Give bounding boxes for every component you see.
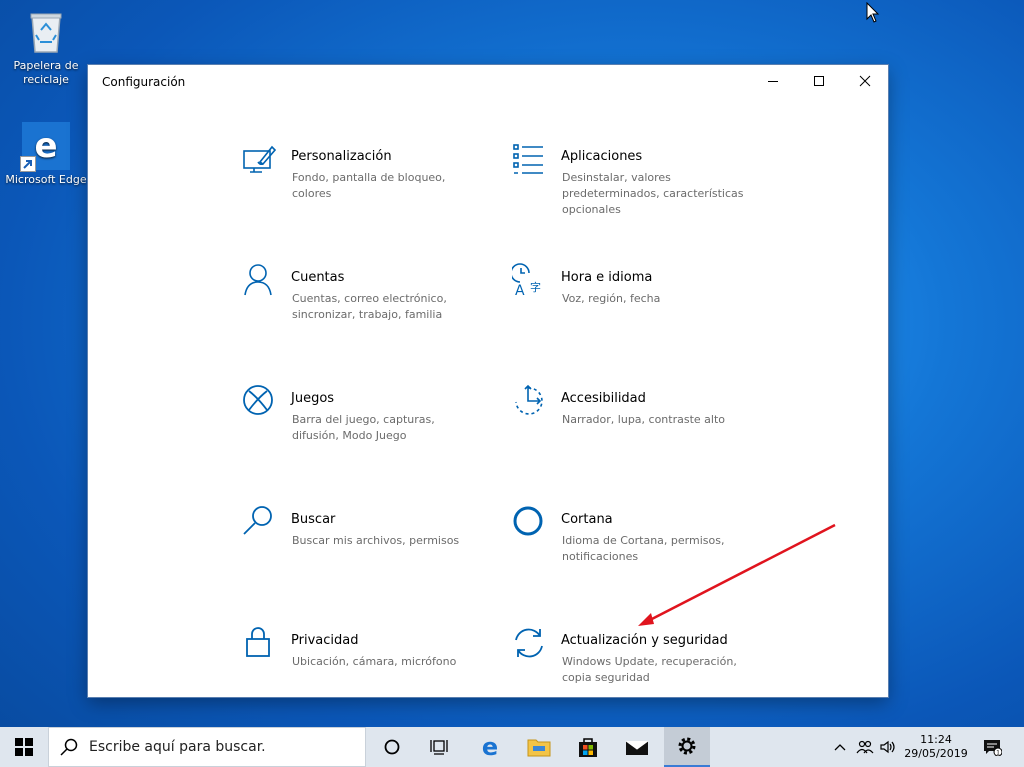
category-description: Windows Update, recuperación, copia segu… <box>562 655 737 684</box>
settings-window: Configuración Personalización Fondo, pan… <box>88 65 888 697</box>
search-icon <box>49 727 89 767</box>
category-title: Privacidad <box>291 633 359 648</box>
svg-text:字: 字 <box>530 280 541 294</box>
cortana-icon <box>384 739 400 755</box>
show-hidden-icons-button[interactable] <box>828 727 852 767</box>
time-language-icon: A 字 <box>510 263 546 299</box>
desktop-icon-recycle-bin[interactable]: Papelera de reciclaje <box>4 8 88 87</box>
clock-time: 11:24 <box>920 733 952 746</box>
clock-date: 29/05/2019 <box>904 747 968 760</box>
volume-button[interactable] <box>878 727 898 767</box>
window-title: Configuración <box>102 75 186 89</box>
category-title: Cortana <box>561 512 613 527</box>
category-description: Cuentas, correo electrónico, sincronizar… <box>292 292 447 321</box>
category-description: Fondo, pantalla de bloqueo, colores <box>292 171 446 200</box>
category-cortana[interactable]: Cortana Idioma de Cortana, permisos, not… <box>512 505 752 605</box>
minimize-button[interactable] <box>750 65 796 97</box>
action-center-button[interactable]: 1 <box>978 727 1006 767</box>
category-gaming[interactable]: Juegos Barra del juego, capturas, difusi… <box>242 384 482 484</box>
close-icon <box>859 75 871 87</box>
category-accounts[interactable]: Cuentas Cuentas, correo electrónico, sin… <box>242 263 482 363</box>
search-placeholder: Escribe aquí para buscar. <box>89 739 266 755</box>
category-time-language[interactable]: A 字 Hora e idioma Voz, región, fecha <box>510 263 752 363</box>
close-button[interactable] <box>842 65 888 97</box>
update-icon <box>512 626 546 660</box>
accessibility-icon <box>512 384 546 418</box>
windows-logo-icon <box>15 738 33 756</box>
taskbar-store-button[interactable] <box>566 727 610 767</box>
category-description: Ubicación, cámara, micrófono <box>292 655 457 668</box>
category-title: Juegos <box>291 391 335 406</box>
category-title: Personalización <box>291 149 392 164</box>
speaker-icon <box>880 740 895 754</box>
category-accessibility[interactable]: Accesibilidad Narrador, lupa, contraste … <box>512 384 752 484</box>
category-privacy[interactable]: Privacidad Ubicación, cámara, micrófono <box>242 626 482 726</box>
store-icon <box>579 738 597 757</box>
shortcut-arrow-icon <box>20 156 36 172</box>
task-view-button[interactable] <box>417 727 461 767</box>
notification-icon: 1 <box>984 740 1002 757</box>
mouse-cursor-icon <box>866 1 880 28</box>
search-icon <box>242 505 276 539</box>
xbox-icon <box>242 384 276 418</box>
category-title: Cuentas <box>291 270 345 285</box>
settings-icon <box>678 737 696 755</box>
maximize-icon <box>814 76 824 86</box>
people-button[interactable] <box>853 727 877 767</box>
desktop-icon-label: Microsoft Edge <box>5 173 87 186</box>
desktop-icon-label: Papelera de reciclaje <box>13 59 79 86</box>
category-title: Hora e idioma <box>561 270 653 285</box>
edge-icon: e <box>20 122 70 172</box>
notification-count: 1 <box>996 750 1000 757</box>
category-description: Buscar mis archivos, permisos <box>292 534 460 547</box>
category-description: Narrador, lupa, contraste alto <box>562 413 726 426</box>
taskbar-search-box[interactable]: Escribe aquí para buscar. <box>48 727 366 767</box>
cortana-icon <box>512 505 546 539</box>
category-title: Actualización y seguridad <box>561 633 728 648</box>
desktop-icon-edge[interactable]: e Microsoft Edge <box>4 122 88 187</box>
taskbar-file-explorer-button[interactable] <box>517 727 561 767</box>
system-clock[interactable]: 11:24 29/05/2019 <box>898 727 974 767</box>
lock-icon <box>242 626 276 660</box>
category-title: Aplicaciones <box>561 149 643 164</box>
file-explorer-icon <box>527 739 551 757</box>
task-view-icon <box>430 740 448 755</box>
title-bar[interactable]: Configuración <box>88 65 888 98</box>
taskbar-mail-button[interactable] <box>615 727 659 767</box>
svg-text:A: A <box>515 283 525 297</box>
category-apps[interactable]: Aplicaciones Desinstalar, valores predet… <box>512 142 752 242</box>
category-title: Accesibilidad <box>561 391 646 406</box>
mail-icon <box>625 740 649 755</box>
maximize-button[interactable] <box>796 65 842 97</box>
category-title: Buscar <box>291 512 336 527</box>
chevron-up-icon <box>834 744 846 751</box>
apps-icon <box>512 142 546 176</box>
minimize-icon <box>768 81 778 82</box>
personalization-icon <box>242 142 277 176</box>
taskbar-settings-button[interactable] <box>664 727 710 767</box>
category-update-security[interactable]: Actualización y seguridad Windows Update… <box>512 626 752 726</box>
recycle-bin-icon <box>22 8 70 56</box>
category-description: Barra del juego, capturas, difusión, Mod… <box>292 413 435 442</box>
edge-icon: e <box>482 735 498 759</box>
svg-text:e: e <box>34 126 57 166</box>
taskbar-edge-button[interactable]: e <box>468 727 512 767</box>
accounts-icon <box>242 263 276 297</box>
category-personalization[interactable]: Personalización Fondo, pantalla de bloqu… <box>242 142 482 242</box>
category-description: Voz, región, fecha <box>562 292 661 305</box>
cortana-button[interactable] <box>370 727 414 767</box>
category-description: Idioma de Cortana, permisos, notificacio… <box>562 534 725 563</box>
category-search[interactable]: Buscar Buscar mis archivos, permisos <box>242 505 482 605</box>
taskbar: Escribe aquí para buscar. e 11:24 29/05/… <box>0 727 1024 767</box>
start-button[interactable] <box>0 727 48 767</box>
people-icon <box>856 740 874 754</box>
svg-text:e: e <box>482 735 498 759</box>
category-description: Desinstalar, valores predeterminados, ca… <box>562 171 744 216</box>
